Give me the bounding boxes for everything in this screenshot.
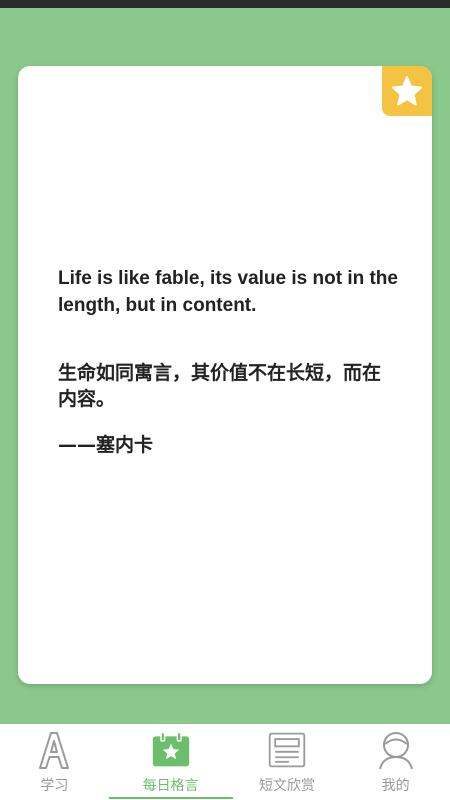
- active-tab-indicator: [108, 797, 233, 799]
- tab-profile-label: 我的: [381, 778, 410, 794]
- quote-card: Life is like fable, its value is not in …: [18, 66, 432, 684]
- person-icon: [376, 730, 416, 770]
- tab-short-articles[interactable]: 短文欣赏: [233, 724, 342, 800]
- tab-study-label: 学习: [40, 778, 69, 794]
- status-bar: [0, 0, 450, 8]
- calendar-star-icon: [151, 730, 191, 770]
- document-icon: [267, 730, 307, 770]
- tab-profile[interactable]: 我的: [341, 724, 450, 800]
- star-icon: [392, 76, 422, 106]
- quote-chinese: 生命如同寓言，其价值不在长短，而在内容。: [58, 362, 382, 410]
- tab-daily-quote[interactable]: 每日格言: [108, 724, 233, 800]
- quote-author: ——塞内卡: [58, 434, 154, 456]
- letter-a-icon: [34, 730, 74, 770]
- bottom-tab-bar: 学习 每日格言 短文欣赏 我的: [0, 724, 450, 800]
- tab-short-articles-label: 短文欣赏: [259, 778, 315, 794]
- tab-daily-quote-label: 每日格言: [142, 778, 199, 794]
- quote-english: Life is like fable, its value is not in …: [58, 268, 398, 316]
- tab-study[interactable]: 学习: [0, 724, 109, 800]
- favorite-button[interactable]: [382, 66, 432, 116]
